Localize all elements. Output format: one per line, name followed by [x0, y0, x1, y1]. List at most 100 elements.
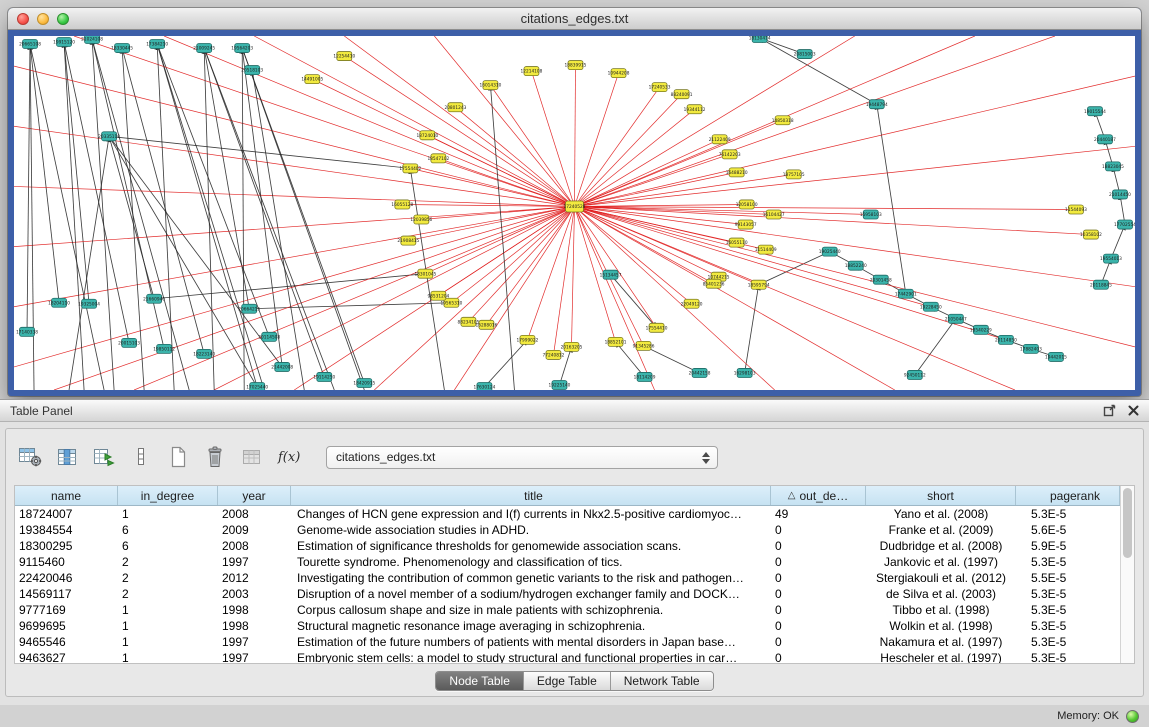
network-node[interactable]: 21122409 [709, 135, 731, 144]
table-scrollbar[interactable] [1120, 486, 1134, 663]
network-node[interactable]: 18130414 [749, 36, 771, 43]
table-row[interactable]: 2242004622012Investigating the contribut… [15, 570, 1120, 586]
network-node[interactable]: 18852101 [605, 337, 627, 346]
network-node[interactable]: 11514409 [755, 245, 777, 254]
network-node[interactable]: 20301458 [870, 275, 892, 284]
network-node[interactable]: 21660940 [143, 294, 165, 303]
import-table-button[interactable] [90, 443, 118, 471]
network-node[interactable]: 18823045 [1102, 162, 1124, 171]
network-node[interactable]: 17630124 [473, 382, 495, 390]
network-node[interactable]: 20440187 [1094, 135, 1116, 144]
column-header-4[interactable]: △out_de… [771, 486, 866, 505]
network-node[interactable]: 19325004 [78, 299, 100, 308]
network-node[interactable]: 22049120 [681, 299, 703, 308]
network-node[interactable]: 76142203 [719, 150, 741, 159]
network-node[interactable]: 12214108 [521, 67, 543, 76]
column-header-1[interactable]: in_degree [118, 486, 218, 505]
network-node[interactable]: 19015544 [1084, 107, 1106, 116]
table-row[interactable]: 911546021997Tourette syndrome. Phenomeno… [15, 554, 1120, 570]
network-node[interactable]: 20114850 [995, 335, 1017, 344]
network-node[interactable]: 19448794 [866, 100, 888, 109]
network-node[interactable]: 18330445 [111, 44, 133, 53]
column-header-3[interactable]: title [291, 486, 771, 505]
network-node[interactable]: 19114250 [313, 372, 335, 381]
column-header-6[interactable]: pagerank [1016, 486, 1120, 505]
merge-table-button-disabled[interactable] [238, 443, 266, 471]
network-node[interactable]: 18420915 [353, 378, 375, 387]
network-node[interactable]: 19554013 [1100, 254, 1122, 263]
network-node[interactable]: 17025440 [246, 382, 268, 390]
network-node[interactable]: 18204110 [48, 298, 70, 307]
new-table-button[interactable] [164, 443, 192, 471]
network-node[interactable]: 88234105 [457, 317, 479, 326]
network-node[interactable]: 20815003 [794, 50, 816, 59]
network-node[interactable]: 19025440 [819, 247, 841, 256]
network-node[interactable]: 17442901 [895, 289, 917, 298]
function-builder-button[interactable]: f(x) [275, 443, 303, 471]
network-node[interactable]: 98531204 [427, 291, 449, 300]
network-node[interactable]: 16055110 [726, 238, 748, 247]
network-node[interactable]: 17554402 [399, 164, 421, 173]
network-node[interactable]: 14491005 [301, 75, 323, 84]
network-node[interactable]: 19564203 [231, 44, 253, 53]
network-node[interactable]: 11544093 [1065, 205, 1087, 214]
network-node[interactable]: 21442008 [271, 362, 293, 371]
network-node[interactable]: 20442158 [689, 368, 711, 377]
table-row[interactable]: 1938455462009Genome-wide association stu… [15, 522, 1120, 538]
network-node[interactable]: 99143057 [735, 220, 757, 229]
network-table-select[interactable]: citations_edges.txt [326, 446, 718, 469]
network-node[interactable]: 19225140 [549, 380, 571, 389]
network-node[interactable]: 16014310 [479, 81, 501, 90]
network-node[interactable]: 21024108 [81, 36, 103, 44]
delete-table-button[interactable] [201, 443, 229, 471]
network-node[interactable]: 14850318 [772, 116, 794, 125]
network-node[interactable]: 20163205 [561, 342, 583, 351]
network-node[interactable]: 19344112 [684, 105, 706, 114]
table-row[interactable]: 1830029562008Estimation of significance … [15, 538, 1120, 554]
network-node[interactable]: 91345286 [633, 341, 655, 350]
table-row[interactable]: 1456911722003Disruption of a novel membe… [15, 586, 1120, 602]
network-node[interactable]: 17384210 [146, 40, 168, 49]
network-node[interactable]: 16104427 [763, 210, 785, 219]
close-panel-icon[interactable] [1128, 405, 1139, 416]
table-row[interactable]: 977716911998Corpus callosum shape and si… [15, 602, 1120, 618]
network-node[interactable]: 20114508 [258, 332, 280, 341]
row-selector-button[interactable] [127, 443, 155, 471]
table-row[interactable]: 946554611997Estimation of the future num… [15, 634, 1120, 650]
scrollbar-thumb[interactable] [1123, 488, 1132, 558]
network-node[interactable]: 20335118 [98, 132, 120, 141]
network-node[interactable]: 77240812 [543, 350, 565, 359]
network-node[interactable]: 17882403 [1020, 344, 1042, 353]
network-node[interactable]: 19915120 [53, 38, 75, 47]
network-node[interactable]: 18223140 [193, 349, 215, 358]
network-node[interactable]: 10944208 [608, 69, 630, 78]
network-node[interactable]: 12039856 [410, 215, 432, 224]
network-node[interactable]: 17999022 [517, 335, 539, 344]
network-node[interactable]: 20518103 [241, 66, 263, 75]
column-header-2[interactable]: year [218, 486, 291, 505]
network-node[interactable]: 21050447 [945, 314, 967, 323]
network-node[interactable]: 18595794 [748, 280, 770, 289]
network-node[interactable]: 18547102 [427, 154, 449, 163]
tab-node-table[interactable]: Node Table [436, 672, 524, 690]
zoom-window-icon[interactable] [57, 13, 69, 25]
network-node[interactable]: 18301045 [414, 269, 436, 278]
network-svg[interactable]: 1724052812058100160551101074421522049120… [14, 36, 1135, 390]
table-settings-button[interactable] [16, 443, 44, 471]
network-node[interactable]: 20665108 [19, 40, 41, 49]
network-node[interactable]: 20801243 [444, 103, 466, 112]
network-node[interactable]: 21014450 [1109, 190, 1131, 199]
tab-network-table[interactable]: Network Table [611, 672, 713, 690]
column-header-5[interactable]: short [866, 486, 1016, 505]
network-node[interactable]: 21009245 [193, 44, 215, 53]
table-row[interactable]: 1872400712008Changes of HCN gene express… [15, 506, 1120, 522]
network-node[interactable]: 88240091 [671, 90, 693, 99]
float-panel-icon[interactable] [1103, 404, 1116, 417]
network-node[interactable]: 19442015 [1045, 352, 1067, 361]
network-node[interactable]: 17554410 [646, 323, 668, 332]
network-window-titlebar[interactable]: citations_edges.txt [8, 8, 1141, 30]
column-header-0[interactable]: name [15, 486, 118, 505]
network-node[interactable]: 17240528 [564, 201, 586, 212]
network-node[interactable]: 16488210 [726, 168, 748, 177]
network-node[interactable]: 19228450 [920, 302, 942, 311]
